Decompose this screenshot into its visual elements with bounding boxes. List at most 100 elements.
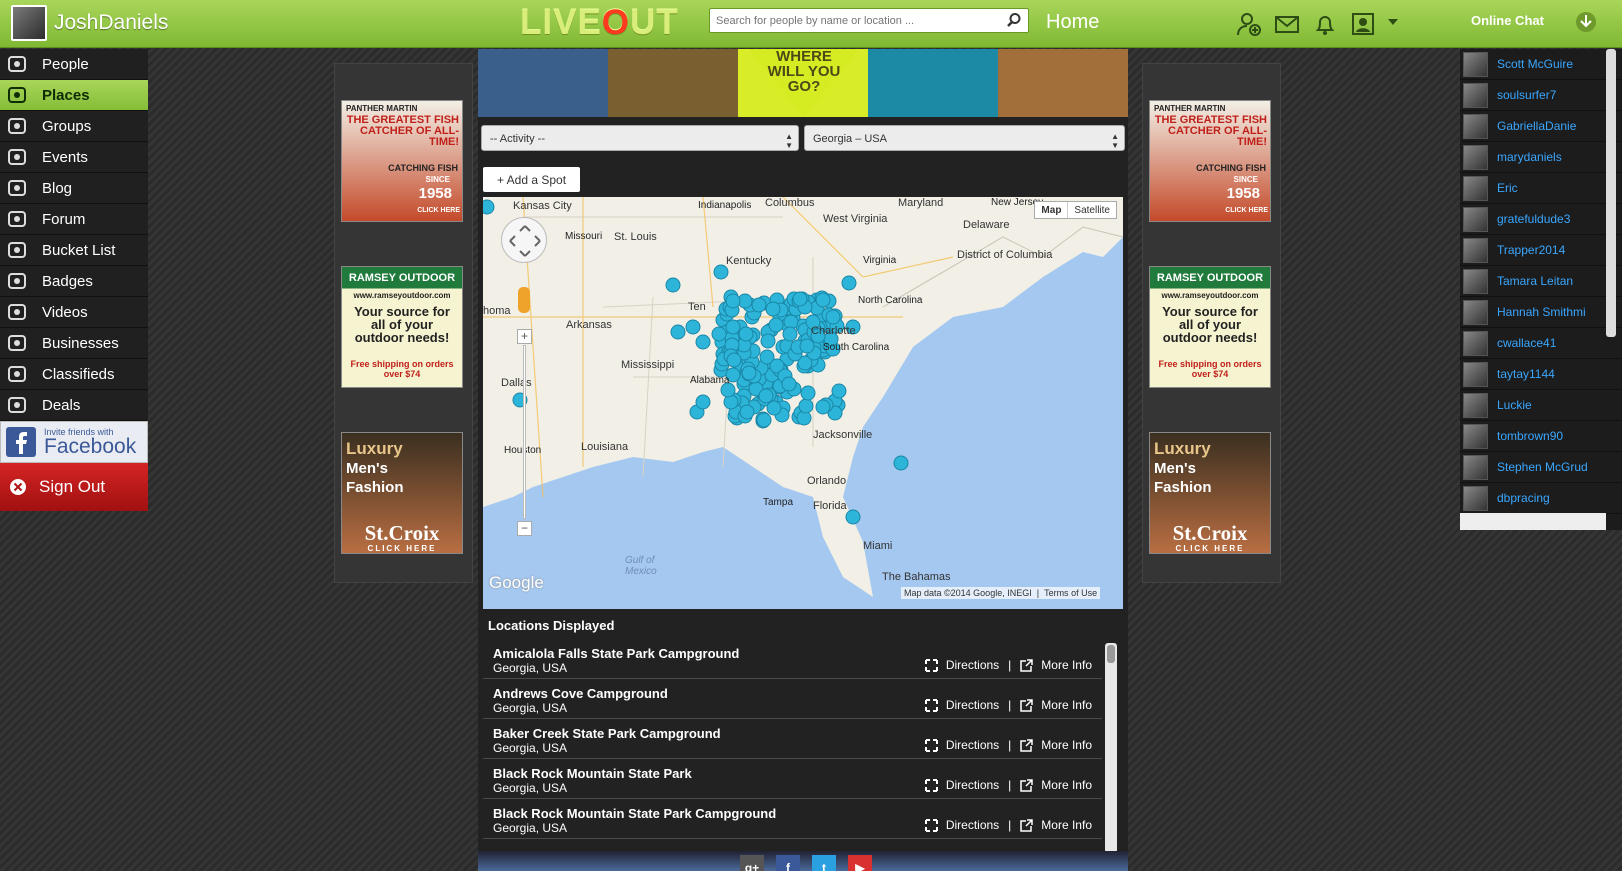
directions-link[interactable]: Directions bbox=[946, 738, 999, 752]
sidebar-item-forum[interactable]: Forum bbox=[0, 204, 148, 235]
map-marker[interactable] bbox=[800, 385, 816, 401]
ad-ramsey-outdoor[interactable]: RAMSEY OUTDOOR www.ramseyoutdoor.com Your … bbox=[1149, 266, 1271, 388]
messages-icon[interactable] bbox=[1274, 11, 1300, 37]
directions-link[interactable]: Directions bbox=[946, 698, 999, 712]
chat-user-item[interactable]: Luckie bbox=[1460, 390, 1622, 421]
map-marker[interactable] bbox=[766, 400, 782, 416]
more-info-link[interactable]: More Info bbox=[1041, 818, 1092, 832]
map-type-satellite-button[interactable]: Satellite bbox=[1068, 202, 1116, 218]
chat-user-item[interactable]: Eric bbox=[1460, 173, 1622, 204]
google-plus-icon[interactable]: g+ bbox=[740, 855, 764, 871]
directions-link[interactable]: Directions bbox=[946, 778, 999, 792]
add-friend-icon[interactable] bbox=[1236, 11, 1262, 37]
map-marker[interactable] bbox=[751, 297, 767, 313]
sidebar-item-deals[interactable]: Deals bbox=[0, 390, 148, 421]
ad-panther-martin[interactable]: PANTHER MARTIN THE GREATEST FISH CATCHER … bbox=[341, 100, 463, 222]
sidebar-item-groups[interactable]: Groups bbox=[0, 111, 148, 142]
map-terms-link[interactable]: Terms of Use bbox=[1044, 588, 1097, 598]
home-link[interactable]: Home bbox=[1046, 11, 1099, 34]
chat-scrollbar[interactable] bbox=[1606, 49, 1616, 337]
ad-panther-martin[interactable]: PANTHER MARTIN THE GREATEST FISH CATCHER … bbox=[1149, 100, 1271, 222]
map-type-map-button[interactable]: Map bbox=[1035, 202, 1069, 218]
map-view[interactable]: Kansas City Indianapolis Columbus Maryland N… bbox=[483, 197, 1123, 609]
map-marker[interactable] bbox=[685, 319, 701, 335]
map-zoom-in-button[interactable]: + bbox=[517, 329, 532, 344]
sidebar-item-people[interactable]: People bbox=[0, 49, 148, 80]
map-zoom-slider[interactable] bbox=[523, 345, 526, 519]
ad-st-croix[interactable]: Luxury Men's Fashion St.Croix CLICK HERE bbox=[341, 432, 463, 554]
chat-user-item[interactable]: Scott McGuire bbox=[1460, 49, 1622, 80]
map-marker[interactable] bbox=[831, 383, 847, 399]
twitter-icon[interactable]: t bbox=[812, 855, 836, 871]
sidebar-item-businesses[interactable]: Businesses bbox=[0, 328, 148, 359]
search-icon[interactable] bbox=[1006, 12, 1022, 28]
map-marker[interactable] bbox=[695, 394, 711, 410]
map-marker[interactable] bbox=[765, 301, 781, 317]
map-marker[interactable] bbox=[893, 455, 909, 471]
location-select[interactable]: Georgia – USA ▲ ▼ bbox=[804, 125, 1125, 151]
sidebar-item-blog[interactable]: Blog bbox=[0, 173, 148, 204]
site-logo[interactable]: LIVEOUT bbox=[520, 3, 679, 43]
search-input[interactable] bbox=[710, 9, 994, 32]
map-marker[interactable] bbox=[756, 412, 772, 428]
map-marker[interactable] bbox=[483, 199, 495, 215]
sidebar-item-places[interactable]: Places bbox=[0, 80, 148, 111]
chat-user-item[interactable]: marydaniels bbox=[1460, 142, 1622, 173]
map-marker[interactable] bbox=[738, 326, 754, 342]
map-marker[interactable] bbox=[670, 324, 686, 340]
ad-ramsey-outdoor[interactable]: RAMSEY OUTDOOR www.ramseyoutdoor.com Your … bbox=[341, 266, 463, 388]
username-link[interactable]: JoshDaniels bbox=[54, 11, 168, 35]
map-marker[interactable] bbox=[739, 404, 755, 420]
ad-st-croix[interactable]: Luxury Men's Fashion St.Croix CLICK HERE bbox=[1149, 432, 1271, 554]
sidebar-item-videos[interactable]: Videos bbox=[0, 297, 148, 328]
map-marker[interactable] bbox=[815, 399, 831, 415]
directions-link[interactable]: Directions bbox=[946, 818, 999, 832]
scrollbar-thumb[interactable] bbox=[1107, 645, 1115, 663]
map-marker[interactable] bbox=[726, 352, 742, 368]
directions-link[interactable]: Directions bbox=[946, 658, 999, 672]
dropdown-caret-icon[interactable] bbox=[1386, 15, 1400, 29]
sidebar-item-events[interactable]: Events bbox=[0, 142, 148, 173]
map-marker[interactable] bbox=[792, 291, 808, 307]
chat-collapse-icon[interactable] bbox=[1575, 11, 1597, 33]
activity-select[interactable]: -- Activity -- ▲ ▼ bbox=[481, 125, 799, 151]
user-avatar[interactable] bbox=[11, 5, 47, 41]
map-zoom-out-button[interactable]: − bbox=[517, 521, 532, 536]
map-marker[interactable] bbox=[799, 338, 815, 354]
map-marker[interactable] bbox=[725, 319, 741, 335]
map-marker[interactable] bbox=[713, 264, 729, 280]
map-marker[interactable] bbox=[798, 398, 814, 414]
chat-user-item[interactable]: cwallace41 bbox=[1460, 328, 1622, 359]
map-marker[interactable] bbox=[815, 292, 831, 308]
street-view-pegman-icon[interactable] bbox=[518, 287, 530, 313]
chat-user-item[interactable]: Tamara Leitan bbox=[1460, 266, 1622, 297]
map-marker[interactable] bbox=[782, 326, 798, 342]
map-marker[interactable] bbox=[725, 293, 741, 309]
chat-user-item[interactable]: Hannah Smithmi bbox=[1460, 297, 1622, 328]
map-marker[interactable] bbox=[711, 326, 727, 342]
more-info-link[interactable]: More Info bbox=[1041, 698, 1092, 712]
map-marker[interactable] bbox=[825, 309, 841, 325]
add-spot-button[interactable]: + Add a Spot bbox=[483, 167, 580, 192]
map-marker[interactable] bbox=[841, 275, 857, 291]
more-info-link[interactable]: More Info bbox=[1041, 778, 1092, 792]
map-pan-control[interactable] bbox=[501, 217, 547, 263]
chat-user-item[interactable]: Stephen McGrud bbox=[1460, 452, 1622, 483]
chat-user-item[interactable]: gratefuldude3 bbox=[1460, 204, 1622, 235]
map-marker[interactable] bbox=[758, 388, 774, 404]
sidebar-item-badges[interactable]: Badges bbox=[0, 266, 148, 297]
map-marker[interactable] bbox=[781, 376, 797, 392]
profile-card-icon[interactable] bbox=[1350, 11, 1376, 37]
chat-user-item[interactable]: soulsurfer7 bbox=[1460, 80, 1622, 111]
chat-user-item[interactable]: Trapper2014 bbox=[1460, 235, 1622, 266]
map-marker[interactable] bbox=[695, 334, 711, 350]
facebook-icon[interactable]: f bbox=[776, 855, 800, 871]
locations-scrollbar[interactable] bbox=[1105, 643, 1117, 853]
chat-user-item[interactable]: tombrown90 bbox=[1460, 421, 1622, 452]
map-marker[interactable] bbox=[665, 277, 681, 293]
notifications-icon[interactable] bbox=[1312, 11, 1338, 37]
sidebar-item-classifieds[interactable]: Classifieds bbox=[0, 359, 148, 390]
chat-user-item[interactable]: GabriellaDanie bbox=[1460, 111, 1622, 142]
map-marker[interactable] bbox=[845, 509, 861, 525]
online-chat-label[interactable]: Online Chat bbox=[1471, 13, 1544, 28]
